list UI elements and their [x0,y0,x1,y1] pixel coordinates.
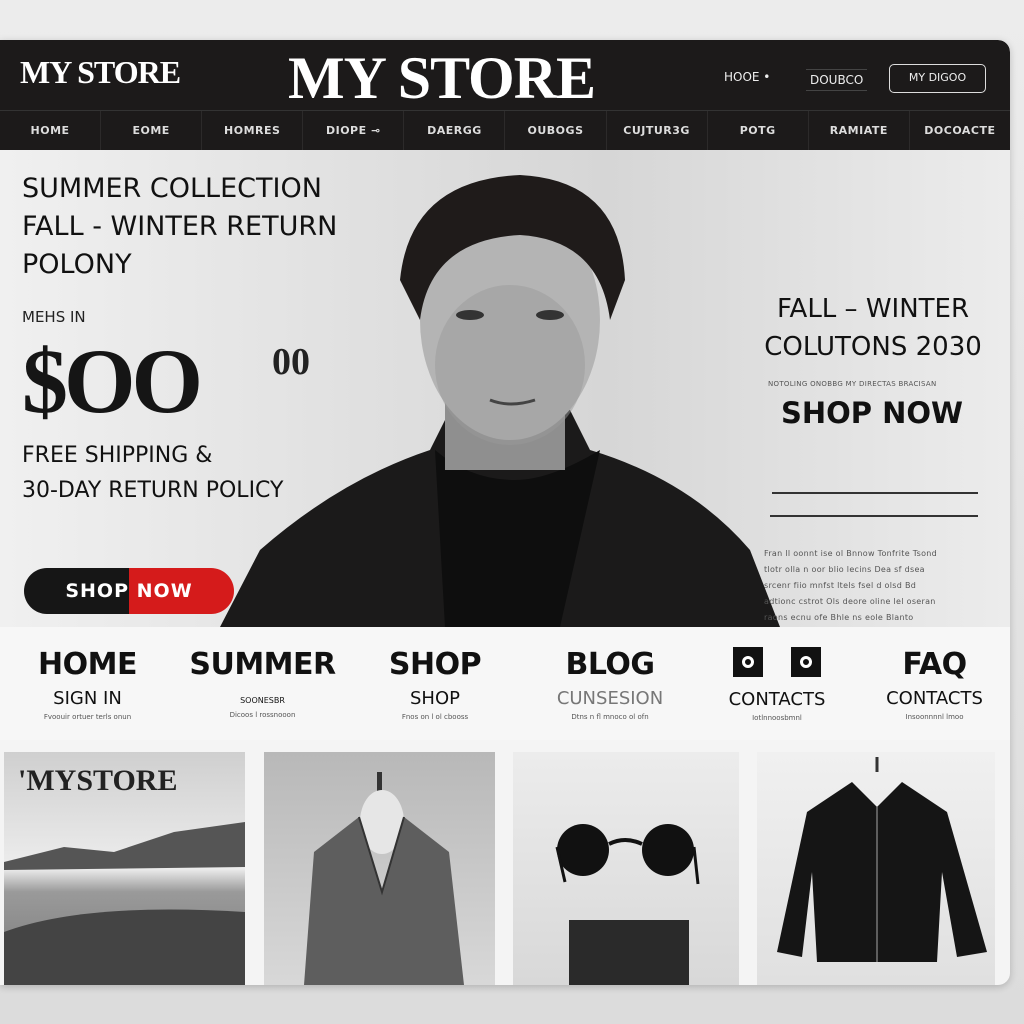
shipping-line: 30-DAY RETURN POLICY [22,478,284,503]
top-link-2[interactable]: DOUBCO [806,69,868,91]
shop-now-button[interactable]: SHOP NOW [24,568,234,614]
title-line: COLUTONS 2030 [764,332,982,362]
divider [770,515,978,517]
menu-desc: Fnos on l ol cbooss [401,713,469,721]
body-line: tlotr olla n oor blio lecins Dea sf dsea [764,565,925,574]
menu-item-faq[interactable]: FAQ CONTACTS Insoonnnnl lmoo [872,647,997,721]
price-cents: 00 [272,341,310,383]
account-button[interactable]: MY DIGOO [889,64,986,93]
headline-line: SUMMER COLLECTION [22,173,322,204]
menu-desc: Fvoouir ortuer terls onun [43,713,132,721]
product-tile-sunglasses[interactable] [513,752,739,985]
collection-subtitle: NOTOLING ONOBBG MY DIRECTAS BRACISAN [768,380,937,388]
header: MY STORE MY STORE HOOE • DOUBCO MY DIGOO… [0,40,1010,150]
body-line: adtionc cstrot Ols deore oline lel osera… [764,597,936,606]
menu-title: SUMMER [189,647,336,682]
menu-item-home[interactable]: HOME SIGN IN Fvoouir ortuer terls onun [30,647,145,721]
black-jacket-image [777,757,987,962]
menu-title: FAQ [902,647,967,682]
logo-small[interactable]: MY STORE [20,54,181,91]
menu-sub: SOONESBR [240,696,285,705]
nav-item[interactable]: HOME [0,111,102,150]
logo-big: MY STORE [288,45,596,111]
nav-item[interactable]: OUBOGS [505,111,607,150]
cta-right: NOW [136,580,193,602]
product-tile-denim-jacket[interactable] [264,752,495,985]
menu-title: HOME [38,647,137,682]
shipping-info: FREE SHIPPING & 30-DAY RETURN POLICY [22,438,283,508]
nav-item[interactable]: POTG [708,111,809,150]
nav-item[interactable]: CUJTUR3G [607,111,708,150]
denim-jacket-image [304,772,464,985]
menu-sub: SHOP [410,688,460,709]
headline-line: POLONY [22,249,132,280]
menu-sub: CONTACTS [886,688,983,709]
landscape-image [4,822,245,985]
product-tile-black-jacket[interactable] [757,752,995,985]
menu-title: SHOP [388,647,482,682]
menu-desc: Dicoos l rossnooon [229,711,296,719]
camera-icon [791,647,821,677]
price: $OO [22,330,203,432]
product-tile-landscape[interactable]: 'MYSTORE [4,752,245,985]
menu-sub: SIGN IN [53,688,122,709]
cta-left: SHOP [65,580,130,602]
body-line: srcenr fiio mnfst ltels fsel d olsd Bd [764,581,917,590]
collection-body: Fran ll oonnt ise ol Bnnow Tonfrite Tson… [764,546,984,626]
menu-desc: Dtns n fl mnoco ol ofn [571,713,649,721]
menu-item-blog[interactable]: BLOG CUNSESION Dtns n fl mnoco ol ofn [540,647,680,721]
menu-sub: CUNSESION [556,688,664,709]
menu-item-shop[interactable]: SHOP SHOP Fnos on l ol cbooss [370,647,500,721]
divider [772,492,978,494]
nav-item[interactable]: DAERGG [404,111,506,150]
hero-banner: SUMMER COLLECTION FALL - WINTER RETURN P… [0,150,1010,639]
category-menu: HOME SIGN IN Fvoouir ortuer terls onun SUM… [0,627,1010,740]
collection-title: FALL – WINTER COLUTONS 2030 [762,290,984,366]
top-link-home[interactable]: HOOE • [724,70,770,84]
title-line: FALL – WINTER [776,294,970,324]
sunglasses-image [555,824,700,985]
menu-title: BLOG [565,647,655,682]
headline-line: FALL - WINTER RETURN [22,211,338,242]
menu-desc: Insoonnnnl lmoo [905,713,964,721]
nav-item[interactable]: DOCOACTE [910,111,1010,150]
shipping-line: FREE SHIPPING & [22,443,213,468]
menu-sub: CONTACTS [728,689,826,710]
body-line: raons ecnu ofe Bhle ns eole Blanto [764,613,914,622]
camera-icons [712,647,842,683]
shop-now-link[interactable]: SHOP NOW [772,396,972,430]
camera-icon [733,647,763,677]
nav-item[interactable]: EOME [101,111,203,150]
body-line: Fran ll oonnt ise ol Bnnow Tonfrite Tson… [764,549,938,558]
hero-headline: SUMMER COLLECTION FALL - WINTER RETURN P… [22,170,337,284]
menu-desc: Iotlnnoosbmnl [752,714,802,722]
nav-item[interactable]: RAMIATE [809,111,910,150]
nav-item[interactable]: DIOPE ⊸ [303,111,405,150]
menu-item-contacts[interactable]: CONTACTS Iotlnnoosbmnl [712,647,842,722]
menu-item-summer[interactable]: SUMMER SOONESBR Dicoos l rossnooon [180,647,345,719]
main-nav: HOME EOME HOMRES DIOPE ⊸ DAERGG OUBOGS C… [0,110,1010,150]
store-page: MY STORE MY STORE HOOE • DOUBCO MY DIGOO… [0,40,1010,985]
nav-item[interactable]: HOMRES [202,111,304,150]
pre-price: MEHS IN [22,308,86,326]
